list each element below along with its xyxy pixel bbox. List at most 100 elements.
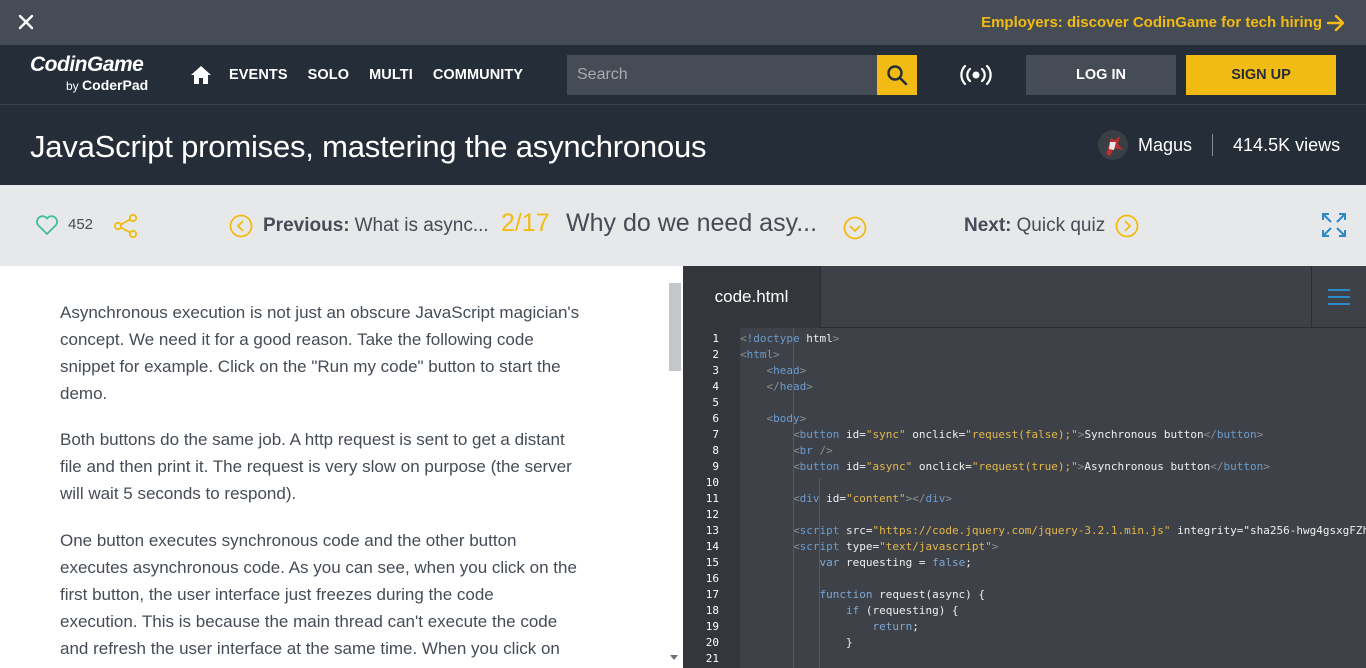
home-icon[interactable] (190, 64, 212, 86)
code-line: <head> (766, 364, 807, 377)
paragraph: One button executes synchronous code and… (60, 527, 605, 662)
previous-title: What is async... (354, 215, 489, 236)
page-title: JavaScript promises, mastering the async… (30, 129, 707, 164)
code-line: if (requesting) { (845, 604, 959, 617)
text-line: first button, the user interface just fr… (60, 585, 494, 604)
chevron-left-icon (229, 214, 253, 238)
line-number: 21 (705, 652, 719, 665)
previous-lesson-link[interactable]: Previous: What is async... (229, 211, 489, 241)
code-line: <script src="https://code.jquery.com/jqu… (792, 524, 1366, 537)
chevron-right-icon (1115, 214, 1139, 238)
paragraph: Both buttons do the same job. A http req… (60, 426, 605, 507)
editor-header: code.html (683, 266, 1366, 328)
code-line: <button id="async" onclick="request(true… (792, 460, 1270, 473)
logo-coderpad: CoderPad (82, 77, 149, 93)
nav-community[interactable]: COMMUNITY (433, 67, 523, 83)
code-line: <html> (740, 348, 780, 361)
code-line: <br /> (792, 444, 833, 457)
arrow-right-icon (1326, 14, 1345, 31)
text-line: Asynchronous execution is not just an ob… (60, 303, 580, 322)
employers-promo-link[interactable]: Employers: discover CodinGame for tech h… (981, 0, 1346, 45)
code-line: var requesting = false; (819, 556, 972, 569)
line-number: 10 (705, 476, 719, 489)
line-number: 17 (705, 588, 719, 601)
nav-events[interactable]: EVENTS (229, 67, 288, 83)
text-line: Both buttons do the same job. A http req… (60, 430, 565, 449)
nav-links: EVENTS SOLO MULTI COMMUNITY (229, 45, 543, 105)
author-name[interactable]: Magus (1138, 135, 1192, 156)
text-line: will wait 5 seconds to respond). (60, 484, 297, 503)
code-line: } (740, 636, 853, 649)
line-number: 19 (705, 620, 719, 633)
scroll-down-arrow-icon[interactable] (670, 655, 678, 660)
lesson-nav-bar: 452 Previous: What is async... 2/17 Why … (0, 185, 1366, 266)
chevron-down-icon[interactable] (843, 216, 867, 240)
line-number: 6 (712, 412, 719, 425)
next-lesson-link[interactable]: Next: Quick quiz (964, 211, 1139, 241)
broadcast-icon[interactable] (960, 64, 992, 86)
main-nav: CodinGame by CoderPad EVENTS SOLO MULTI … (0, 45, 1366, 105)
line-number: 13 (705, 524, 719, 537)
nav-multi[interactable]: MULTI (369, 67, 413, 83)
line-number-gutter: 1 2 3 4 5 6 7 8 9 10 11 12 13 14 15 16 17 18 19 20 21 (683, 328, 740, 668)
author-avatar[interactable] (1098, 130, 1128, 160)
code-line: <!doctype html> (740, 332, 840, 345)
next-title: Quick quiz (1016, 215, 1106, 236)
line-number: 14 (705, 540, 719, 553)
text-line: snippet for example. Click on the "Run m… (60, 357, 561, 376)
login-button[interactable]: LOG IN (1026, 55, 1176, 95)
code-area[interactable]: <!doctype html> <html> <head> </head> <bo… (740, 328, 1366, 668)
line-number: 9 (712, 460, 719, 473)
editor-menu-button[interactable] (1311, 266, 1366, 328)
signup-button[interactable]: SIGN UP (1186, 55, 1336, 95)
scrollbar-thumb[interactable] (669, 283, 681, 371)
nav-solo[interactable]: SOLO (308, 67, 350, 83)
text-line: file and then print it. The request is v… (60, 457, 572, 476)
code-line: </head> (766, 380, 813, 393)
line-number: 5 (712, 396, 719, 409)
line-number: 8 (712, 444, 719, 457)
view-count: 414.5K views (1233, 134, 1341, 155)
line-number: 18 (705, 604, 719, 617)
text-line: concept. We need it for a good reason. T… (60, 330, 534, 349)
codingame-logo[interactable]: CodinGame by CoderPad (30, 53, 165, 97)
hamburger-icon (1328, 289, 1350, 305)
close-icon[interactable] (17, 13, 35, 31)
line-number: 11 (705, 492, 719, 505)
code-line: <button id="sync" onclick="request(false… (792, 428, 1264, 441)
promo-text: Employers: discover CodinGame for tech h… (981, 14, 1322, 31)
search-icon (887, 65, 908, 86)
logo-text: CodinGame (30, 53, 144, 76)
code-line: function request(async) { (819, 588, 986, 601)
share-icon[interactable] (113, 213, 139, 239)
text-line: One button executes synchronous code and… (60, 531, 517, 550)
line-number: 1 (712, 332, 719, 345)
code-line: <body> (766, 412, 807, 425)
lesson-article: Asynchronous execution is not just an ob… (0, 266, 668, 668)
search-input[interactable] (567, 55, 877, 95)
author-info: Magus 414.5K views (1098, 130, 1340, 160)
code-editor: code.html 1 2 3 4 5 6 7 8 9 10 11 12 13 14 15 16 17 18 19 2… (683, 266, 1366, 668)
search-button[interactable] (877, 55, 917, 95)
line-number: 4 (712, 380, 719, 393)
code-line: <script type="text/javascript"> (792, 540, 999, 553)
fullscreen-icon[interactable] (1321, 212, 1347, 238)
title-bar: JavaScript promises, mastering the async… (0, 105, 1366, 185)
indent-guide (793, 328, 794, 668)
line-number: 2 (712, 348, 719, 361)
divider (1212, 134, 1214, 156)
heart-icon[interactable] (35, 214, 59, 236)
file-tab[interactable]: code.html (683, 266, 821, 328)
top-banner: Employers: discover CodinGame for tech h… (0, 0, 1366, 45)
line-number: 3 (712, 364, 719, 377)
line-number: 12 (705, 508, 719, 521)
indent-guide (819, 478, 820, 668)
code-line: <div id="content"></div> (792, 492, 952, 505)
text-line: demo. (60, 384, 108, 403)
likes-count: 452 (68, 216, 94, 233)
logo-by: by (66, 79, 79, 93)
line-number: 15 (705, 556, 719, 569)
text-line: and refresh the user interface at the sa… (60, 639, 560, 658)
logo-subtext: by CoderPad (30, 77, 165, 94)
lesson-title[interactable]: Why do we need asy... (566, 209, 817, 238)
